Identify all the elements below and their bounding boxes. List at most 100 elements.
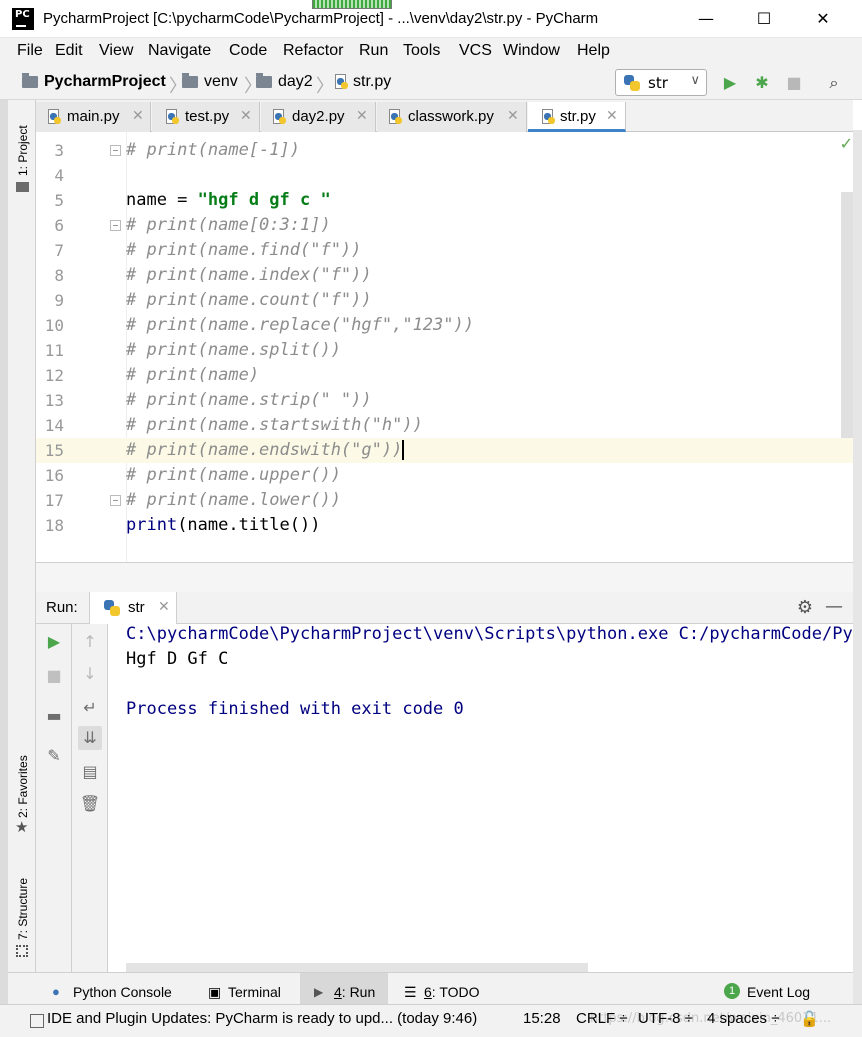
menu-navigate[interactable]: Navigate xyxy=(148,42,211,60)
indent-setting[interactable]: 4 spaces ÷ xyxy=(707,1010,779,1027)
run-toolbar-secondary: ↑ ↓ ↵ ⇊ ▤ 🗑 xyxy=(72,624,108,972)
line-separator[interactable]: CRLF ÷ xyxy=(576,1010,628,1027)
menu-tools[interactable]: Tools xyxy=(403,42,440,60)
code-line: # print(name.lower()) xyxy=(126,488,853,513)
tab-test-py[interactable]: test.py ✕ xyxy=(152,102,260,132)
line-number: 12 xyxy=(44,366,64,385)
event-log-tab[interactable]: 1 Event Log xyxy=(722,973,842,1005)
memory-indicator xyxy=(312,0,392,9)
menu-file[interactable]: File xyxy=(17,42,43,60)
menu-view[interactable]: View xyxy=(99,42,133,60)
minimize-button[interactable]: — xyxy=(686,6,726,32)
run-icon[interactable]: ▶ xyxy=(719,72,741,94)
comment-text: # print(name.replace("hgf","123")) xyxy=(126,315,474,335)
rerun-icon[interactable]: ▶ xyxy=(42,630,66,654)
close-tab-icon[interactable]: ✕ xyxy=(507,108,519,124)
console-line: Process finished with exit code 0 xyxy=(126,699,464,719)
layout-icon[interactable]: ▬ xyxy=(42,704,66,728)
menu-vcs[interactable]: VCS xyxy=(459,42,492,60)
toggle-tool-windows-icon[interactable] xyxy=(30,1014,44,1028)
soft-wrap-icon[interactable]: ↵ xyxy=(78,696,102,720)
tab-label: str.py xyxy=(560,108,596,125)
print-icon[interactable]: ▤ xyxy=(78,760,102,784)
breadcrumb-venv[interactable]: venv xyxy=(204,73,238,91)
scroll-to-end-icon[interactable]: ⇊ xyxy=(78,726,102,750)
tab-classwork-py[interactable]: classwork.py ✕ xyxy=(377,102,527,132)
line-number: 4 xyxy=(54,166,64,185)
close-tab-icon[interactable]: ✕ xyxy=(606,108,618,124)
minimize-panel-icon[interactable]: — xyxy=(825,596,843,617)
menu-edit[interactable]: Edit xyxy=(55,42,83,60)
chevron-right-icon: 〉 xyxy=(316,76,334,97)
breadcrumb-day2[interactable]: day2 xyxy=(278,73,313,91)
stop-icon[interactable]: ■ xyxy=(42,664,66,688)
breadcrumb-project[interactable]: PycharmProject xyxy=(44,73,166,91)
code-line: # print(name.upper()) xyxy=(126,463,853,488)
gear-icon[interactable]: ⚙ xyxy=(797,597,813,618)
menu-code[interactable]: Code xyxy=(229,42,267,60)
panel-splitter[interactable] xyxy=(36,562,853,592)
tab-day2-py[interactable]: day2.py ✕ xyxy=(261,102,376,132)
fold-marker-icon[interactable] xyxy=(110,220,121,231)
console-line: Hgf D Gf C xyxy=(126,649,229,669)
run-configuration-select[interactable]: str ∨ xyxy=(615,69,707,96)
python-file-icon xyxy=(333,74,349,90)
breadcrumb-file[interactable]: str.py xyxy=(353,73,391,91)
close-tab-icon[interactable]: ✕ xyxy=(240,108,252,124)
search-icon[interactable]: ⌕ xyxy=(823,72,845,94)
terminal-tab[interactable]: ▣ Terminal xyxy=(204,973,294,1005)
run-console[interactable]: C:\pycharmCode\PycharmProject\venv\Scrip… xyxy=(108,624,853,972)
folder-icon xyxy=(22,73,38,88)
maximize-button[interactable]: ☐ xyxy=(744,6,784,32)
lock-icon[interactable]: 🔓 xyxy=(800,1010,819,1028)
menu-bar: File Edit View Navigate Code Refactor Ru… xyxy=(0,38,862,66)
code-line: name = "hgf d gf c " xyxy=(126,188,853,213)
line-number: 11 xyxy=(44,341,64,360)
menu-run[interactable]: Run xyxy=(359,42,388,60)
code-line: # print(name.split()) xyxy=(126,338,853,363)
status-message[interactable]: IDE and Plugin Updates: PyCharm is ready… xyxy=(47,1010,477,1027)
tool-window-bar: ● Python Console ▣ Terminal ▶ 4: Run ☰ 6… xyxy=(8,972,853,1005)
tab-main-py[interactable]: main.py ✕ xyxy=(36,102,151,132)
pin-icon[interactable]: ✎ xyxy=(42,744,66,768)
background-window-strip xyxy=(0,100,8,1037)
tab-str-py[interactable]: str.py ✕ xyxy=(528,102,626,132)
fold-marker-icon[interactable] xyxy=(110,145,121,156)
line-number: 18 xyxy=(44,516,64,535)
stop-icon[interactable]: ■ xyxy=(783,72,805,94)
python-file-icon xyxy=(271,109,287,125)
menu-window[interactable]: Window xyxy=(503,42,560,60)
comment-text: # print(name.strip(" ")) xyxy=(126,390,372,410)
close-tab-icon[interactable]: ✕ xyxy=(356,108,368,124)
python-console-tab[interactable]: ● Python Console xyxy=(50,973,190,1005)
todo-tab[interactable]: ☰ 6: TODO xyxy=(402,973,492,1005)
menu-refactor[interactable]: Refactor xyxy=(283,42,343,60)
run-panel-header: Run: str ✕ ⚙ — xyxy=(36,592,853,624)
comment-text: # print(name.index("f")) xyxy=(126,265,372,285)
caret-position[interactable]: 15:28 xyxy=(523,1010,561,1027)
tab-label: classwork.py xyxy=(408,108,494,125)
menu-help[interactable]: Help xyxy=(577,42,610,60)
close-button[interactable]: ✕ xyxy=(803,6,843,32)
status-bar: IDE and Plugin Updates: PyCharm is ready… xyxy=(0,1004,862,1037)
run-tab-str[interactable]: str ✕ xyxy=(89,592,177,624)
arrow-down-icon[interactable]: ↓ xyxy=(78,662,102,686)
code-editor[interactable]: ✓ 3 # print(name[-1]) 4 5 name = "hgf d gf c… xyxy=(36,132,853,562)
code-line: # print(name.find("f")) xyxy=(126,238,853,263)
debug-bug-icon[interactable]: ✱ xyxy=(751,72,773,94)
console-scrollbar[interactable] xyxy=(126,963,588,972)
structure-tool-tab[interactable]: 7: Structure xyxy=(16,878,30,940)
arrow-up-icon[interactable]: ↑ xyxy=(78,630,102,654)
run-tool-tab[interactable]: ▶ 4: Run xyxy=(300,973,388,1005)
file-encoding[interactable]: UTF-8 ÷ xyxy=(638,1010,693,1027)
python-icon xyxy=(104,600,120,616)
favorites-tool-tab[interactable]: 2: Favorites xyxy=(16,755,30,818)
project-tool-tab[interactable]: 1: Project xyxy=(16,125,30,176)
code-line: # print(name.index("f")) xyxy=(126,263,853,288)
trash-icon[interactable]: 🗑 xyxy=(78,792,102,816)
close-tab-icon[interactable]: ✕ xyxy=(132,108,144,124)
line-number: 13 xyxy=(44,391,64,410)
fold-marker-icon[interactable] xyxy=(110,495,121,506)
close-tab-icon[interactable]: ✕ xyxy=(158,599,170,615)
